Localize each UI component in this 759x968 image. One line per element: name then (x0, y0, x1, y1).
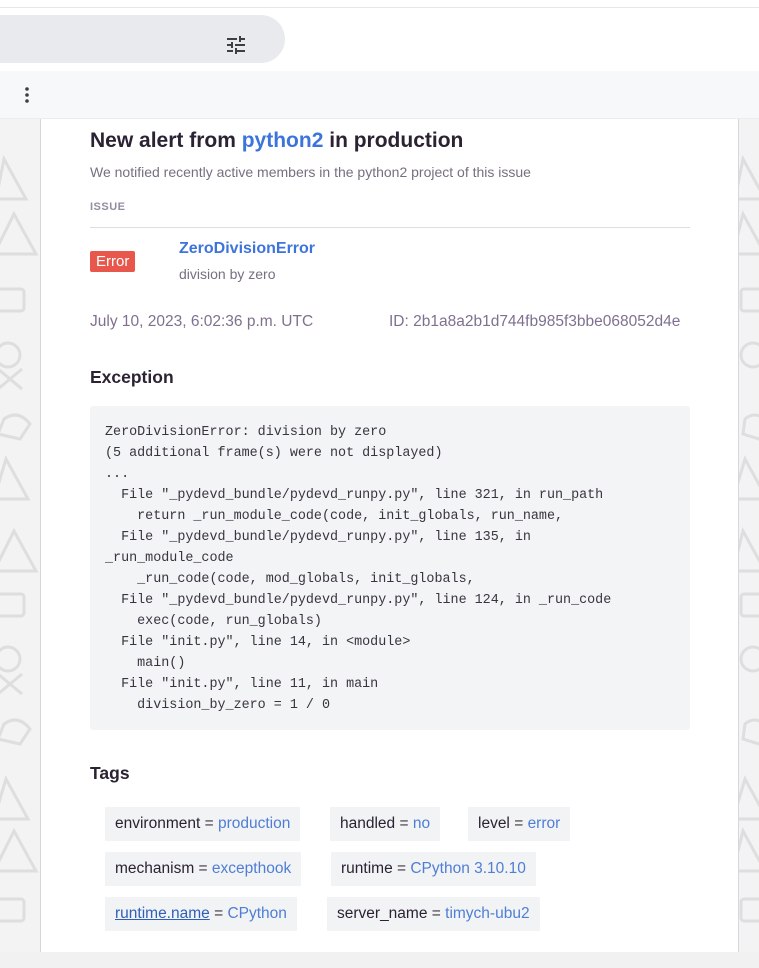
tag-value[interactable]: CPython (227, 905, 286, 922)
alert-title-suffix: in production (329, 129, 464, 152)
message-toolbar (0, 71, 759, 119)
stacktrace-line: ZeroDivisionError: division by zero (105, 425, 387, 440)
search-box[interactable] (0, 15, 285, 63)
tag-chip: server_name = timych-ubu2 (327, 897, 540, 931)
tag-key: mechanism (115, 860, 195, 877)
tune-icon[interactable] (224, 33, 248, 57)
stacktrace-code: ZeroDivisionError: division by zero (5 ad… (105, 422, 675, 716)
level-badge: Error (90, 251, 136, 272)
exception-heading: Exception (90, 367, 174, 387)
alert-email-card: New alert from python2 in production We … (40, 119, 739, 952)
tags-heading: Tags (90, 763, 130, 783)
tag-chip: runtime = CPython 3.10.10 (331, 852, 536, 886)
issue-section-label: ISSUE (90, 201, 126, 213)
stacktrace-line: File "init.py", line 14, in <module> (105, 635, 411, 650)
tag-equals: = (194, 860, 212, 877)
top-border (0, 0, 759, 8)
tag-value[interactable]: excepthook (212, 860, 291, 877)
background-pattern-left (0, 119, 40, 952)
alert-title: New alert from python2 in production (90, 129, 690, 153)
tag-equals: = (395, 815, 413, 832)
stacktrace-line: return _run_module_code(code, init_globa… (105, 509, 564, 524)
stacktrace-line: File "init.py", line 11, in main (105, 677, 379, 692)
stacktrace-line: File "_pydevd_bundle/pydevd_runpy.py", l… (105, 530, 531, 545)
tag-equals: = (427, 905, 446, 922)
section-divider (90, 227, 690, 228)
stacktrace-line: ... (105, 467, 130, 482)
tag-key: runtime (341, 860, 393, 877)
stacktrace-line: (5 additional frame(s) were not displaye… (105, 446, 443, 461)
tag-chip: level = error (468, 807, 571, 841)
tag-equals: = (392, 860, 411, 877)
tag-key: handled (340, 815, 396, 832)
issue-title-link[interactable]: ZeroDivisionError (179, 240, 315, 258)
issue-message: division by zero (179, 266, 276, 282)
tag-equals: = (200, 815, 218, 832)
tag-key: environment (115, 815, 201, 832)
stacktrace-line: division_by_zero = 1 / 0 (105, 698, 330, 713)
tag-value[interactable]: timych-ubu2 (445, 905, 529, 922)
tag-key: server_name (337, 905, 428, 922)
tag-chip: environment = production (105, 807, 301, 841)
tag-equals: = (509, 815, 528, 832)
background-pattern-right (739, 119, 759, 952)
stacktrace-line: exec(code, run_globals) (105, 614, 322, 629)
bottom-strip (0, 952, 759, 968)
tag-chip: mechanism = excepthook (105, 852, 302, 886)
project-link[interactable]: python2 (242, 129, 324, 152)
tag-value[interactable]: error (528, 815, 561, 832)
tag-key-link[interactable]: runtime.name (115, 905, 210, 922)
stacktrace-box: ZeroDivisionError: division by zero (5 ad… (90, 406, 690, 730)
tag-chip: runtime.name = CPython (105, 897, 297, 931)
tag-equals: = (209, 905, 228, 922)
stacktrace-line: File "_pydevd_bundle/pydevd_runpy.py", l… (105, 488, 604, 503)
stacktrace-line: _run_code(code, mod_globals, init_global… (105, 572, 475, 587)
event-id: ID: 2b1a8a2b1d744fb985f3bbe068052d4e (389, 313, 681, 330)
more-vertical-icon[interactable] (17, 83, 37, 107)
top-bar (0, 8, 759, 71)
tag-value[interactable]: no (413, 815, 430, 832)
tag-value[interactable]: production (218, 815, 290, 832)
alert-title-prefix: New alert from (90, 129, 236, 152)
stacktrace-line: File "_pydevd_bundle/pydevd_runpy.py", l… (105, 593, 612, 608)
alert-subtitle: We notified recently active members in t… (90, 164, 531, 180)
event-date: July 10, 2023, 6:02:36 p.m. UTC (90, 313, 314, 330)
tag-key: level (478, 815, 510, 832)
tag-chip: handled = no (330, 807, 441, 841)
stacktrace-line: _run_module_code (105, 551, 234, 566)
tag-value[interactable]: CPython 3.10.10 (410, 860, 525, 877)
stacktrace-line: main() (105, 656, 186, 671)
